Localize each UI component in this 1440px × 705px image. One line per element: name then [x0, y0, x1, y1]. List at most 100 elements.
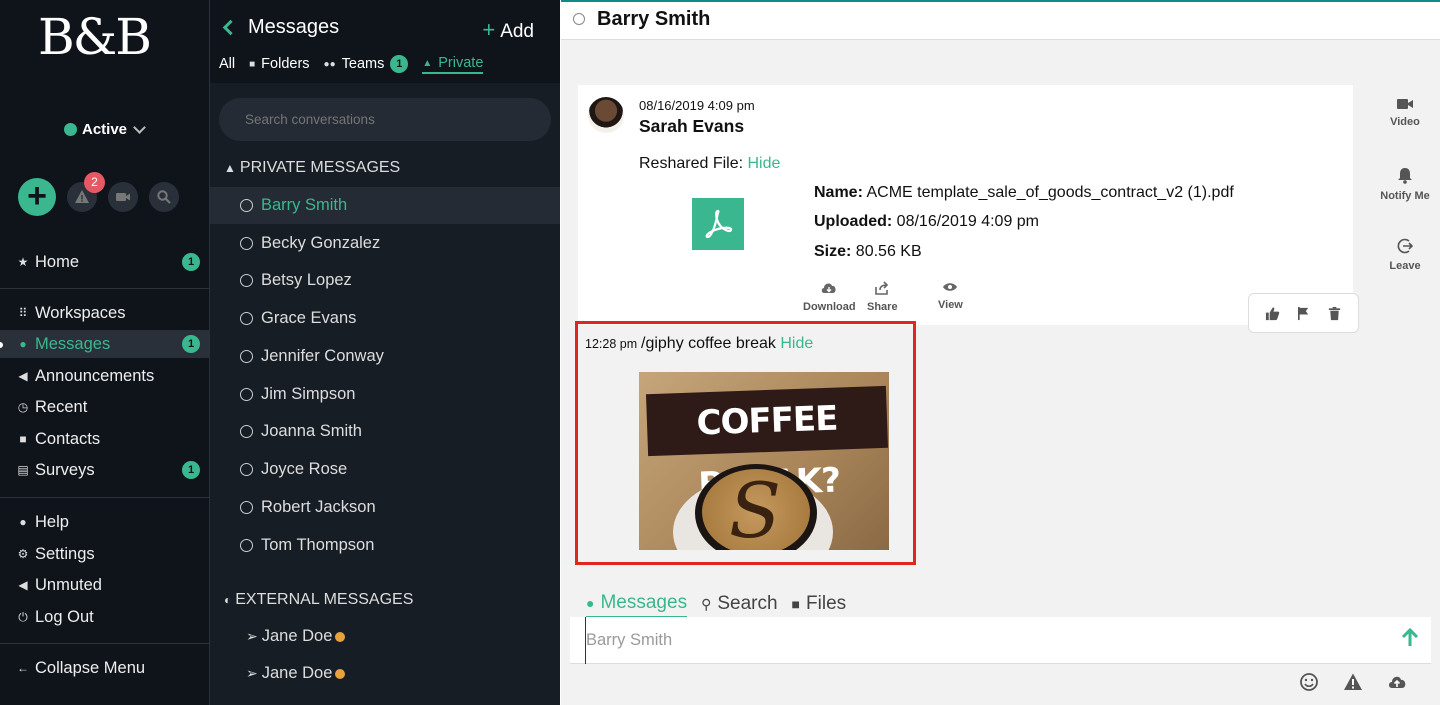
status-ring-icon	[240, 199, 253, 212]
collapse-menu-button[interactable]: ← Collapse Menu	[0, 654, 209, 682]
message-timestamp: 08/16/2019 4:09 pm	[639, 98, 755, 113]
status-ring-icon	[240, 425, 253, 438]
back-arrow-icon[interactable]	[222, 19, 239, 36]
search-icon	[157, 190, 171, 204]
nav-item-home[interactable]: ★ Home 1	[0, 248, 209, 276]
cloud-upload-icon[interactable]	[1387, 672, 1407, 692]
download-button[interactable]: Download	[803, 281, 856, 313]
search-conversations-input[interactable]	[219, 98, 551, 141]
view-button[interactable]: View	[938, 281, 963, 311]
video-call-action[interactable]: Video	[1366, 98, 1440, 128]
status-dot	[64, 123, 77, 136]
external-conversation-item[interactable]: ➢ Jane Doe	[246, 627, 346, 646]
nav-badge: 1	[182, 335, 200, 353]
chat-panel: Barry Smith 08/16/2019 4:09 pm Sarah Eva…	[561, 0, 1440, 705]
add-conversation-button[interactable]: + Add	[482, 17, 534, 43]
nav-item-contacts[interactable]: ■ Contacts	[0, 425, 209, 453]
new-item-button[interactable]: +	[18, 178, 56, 216]
paper-plane-icon: ➢	[246, 665, 258, 681]
presence-status[interactable]: Active	[64, 120, 146, 138]
list-title-text: Messages	[248, 16, 340, 38]
pdf-file-icon[interactable]	[692, 198, 744, 250]
conversation-item[interactable]: Joyce Rose	[210, 451, 560, 488]
conversation-item[interactable]: Joanna Smith	[210, 413, 560, 450]
conversation-name: Grace Evans	[261, 309, 357, 327]
file-name: ACME template_sale_of_goods_contract_v2 …	[866, 184, 1234, 201]
nav-label: Workspaces	[35, 303, 126, 322]
external-conversation-item[interactable]: ➢ Jane Doe	[246, 664, 346, 683]
tab-messages[interactable]: ● Messages	[586, 590, 688, 618]
nav-item-help[interactable]: ● Help	[0, 508, 209, 536]
file-size: 80.56 KB	[855, 243, 922, 260]
share-button[interactable]: Share	[867, 281, 898, 313]
video-icon	[116, 193, 130, 201]
conversation-item[interactable]: Jim Simpson	[210, 376, 560, 413]
status-ring-icon	[240, 539, 253, 552]
tab-private[interactable]: ▲ Private	[422, 54, 484, 74]
send-arrow-icon[interactable]	[1401, 628, 1419, 648]
tab-folders[interactable]: ■ Folders	[249, 54, 309, 74]
gear-icon: ⚙	[17, 547, 29, 561]
conversation-item[interactable]: Tom Thompson	[210, 527, 560, 564]
notify-me-action[interactable]: Notify Me	[1366, 167, 1440, 202]
chevron-down-icon	[133, 120, 146, 134]
side-action-label: Notify Me	[1380, 190, 1430, 202]
giphy-image[interactable]: COFFEE BREAK? S	[639, 372, 889, 550]
leave-action[interactable]: Leave	[1366, 238, 1440, 272]
power-icon: ⏻	[18, 609, 28, 624]
conversation-item[interactable]: Grace Evans	[210, 300, 560, 337]
conversation-name: Joanna Smith	[261, 422, 362, 440]
nav-item-unmuted[interactable]: ◀ Unmuted	[0, 571, 209, 599]
folder-icon: ■	[249, 58, 256, 70]
conversation-item[interactable]: Jennifer Conway	[210, 338, 560, 375]
hide-giphy-link[interactable]: Hide	[780, 335, 813, 352]
speaker-icon: ◀	[18, 578, 28, 592]
conversation-item[interactable]: Becky Gonzalez	[210, 225, 560, 262]
conversation-name: Becky Gonzalez	[261, 234, 381, 252]
message-card: 08/16/2019 4:09 pm Sarah Evans Reshared …	[578, 85, 1353, 550]
message-input[interactable]	[585, 617, 1365, 664]
conversation-item[interactable]: Betsy Lopez	[210, 262, 560, 299]
trash-icon[interactable]	[1327, 306, 1342, 321]
info-icon: ●	[19, 515, 27, 529]
side-action-label: Leave	[1389, 260, 1421, 272]
message-reactions-bar	[1248, 293, 1359, 333]
video-icon	[1397, 99, 1413, 109]
alert-icon[interactable]	[1343, 672, 1363, 692]
conversation-item[interactable]: Barry Smith	[210, 187, 560, 224]
message-author[interactable]: Sarah Evans	[639, 116, 744, 137]
thumbs-up-icon[interactable]	[1265, 306, 1280, 321]
tab-label: Folders	[261, 56, 310, 72]
person-icon: ▲	[224, 161, 236, 175]
star-icon: ★	[17, 255, 29, 269]
global-search-button[interactable]	[149, 182, 179, 212]
conversation-name: Jennifer Conway	[261, 347, 384, 365]
video-call-button[interactable]	[108, 182, 138, 212]
hide-file-link[interactable]: Hide	[748, 155, 781, 172]
nav-item-messages[interactable]: ● Messages 1	[0, 330, 209, 358]
team-icon: ●●	[323, 58, 336, 70]
avatar[interactable]	[588, 97, 624, 133]
nav-item-recent[interactable]: ◷ Recent	[0, 393, 209, 421]
nav-label: Announcements	[35, 366, 155, 385]
app-logo[interactable]: B&B	[38, 8, 178, 72]
tab-files[interactable]: ■ Files	[792, 590, 847, 618]
giphy-sign: COFFEE BREAK?	[645, 385, 889, 505]
conversation-name: Tom Thompson	[261, 536, 375, 554]
tab-search[interactable]: ⚲ Search	[701, 590, 777, 618]
nav-label: Settings	[35, 544, 95, 563]
conversation-item[interactable]: Robert Jackson	[210, 489, 560, 526]
nav-item-announcements[interactable]: ◀ Announcements	[0, 362, 209, 390]
tab-teams[interactable]: ●● Teams 1	[324, 54, 409, 74]
emoji-icon[interactable]	[1299, 672, 1319, 692]
alerts-button[interactable]: 2	[67, 172, 105, 212]
flag-icon[interactable]	[1296, 306, 1311, 321]
tab-all[interactable]: All	[219, 54, 235, 74]
person-icon: ▲	[422, 57, 433, 69]
list-header: Messages + Add All ■ Folders ●● Teams 1 ▲ Pri…	[210, 0, 560, 83]
nav-item-logout[interactable]: ⏻ Log Out	[0, 603, 209, 631]
nav-item-settings[interactable]: ⚙ Settings	[0, 540, 209, 568]
nav-item-workspaces[interactable]: ⠿ Workspaces	[0, 299, 209, 327]
status-ring-icon	[240, 274, 253, 287]
nav-item-surveys[interactable]: ▤ Surveys 1	[0, 456, 209, 484]
